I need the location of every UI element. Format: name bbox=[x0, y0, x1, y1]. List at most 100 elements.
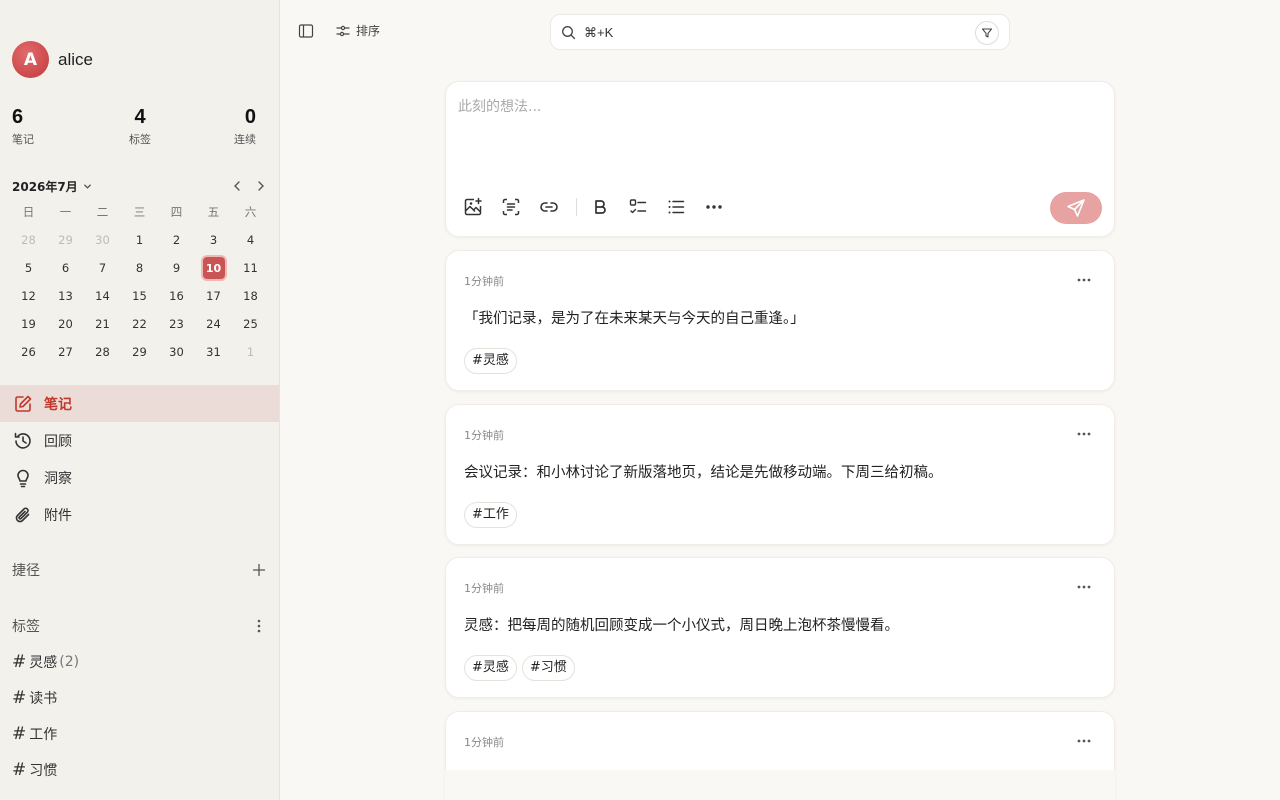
memo-tag[interactable]: #灵感 bbox=[464, 655, 517, 681]
avatar[interactable]: A bbox=[12, 41, 49, 78]
calendar-day[interactable]: 30 bbox=[158, 338, 195, 366]
calendar-day[interactable]: 31 bbox=[195, 338, 232, 366]
memo-content: 灵感：把每周的随机回顾变成一个小仪式，周日晚上泡杯茶慢慢看。 bbox=[464, 618, 899, 634]
calendar-day-today[interactable]: 10 bbox=[195, 254, 232, 282]
edit-icon bbox=[12, 393, 34, 415]
sliders-icon bbox=[336, 25, 350, 36]
calendar-day[interactable]: 17 bbox=[195, 282, 232, 310]
calendar-day[interactable]: 23 bbox=[158, 310, 195, 338]
toolbar-divider bbox=[576, 198, 577, 216]
calendar-day[interactable]: 29 bbox=[47, 226, 84, 254]
sort-button[interactable]: 排序 bbox=[336, 22, 380, 39]
bullet-list-button[interactable] bbox=[665, 196, 687, 218]
user-profile[interactable]: A alice bbox=[12, 41, 93, 78]
calendar-next-button[interactable] bbox=[254, 178, 268, 194]
more-options-button[interactable] bbox=[703, 196, 725, 218]
calendar-day[interactable]: 6 bbox=[47, 254, 84, 282]
calendar-day[interactable]: 11 bbox=[232, 254, 269, 282]
calendar-day[interactable]: 20 bbox=[47, 310, 84, 338]
scan-text-button[interactable] bbox=[500, 196, 522, 218]
send-icon bbox=[1067, 199, 1085, 217]
memo-tag[interactable]: #灵感 bbox=[464, 348, 517, 374]
sidebar-tag-item[interactable]: # 灵感 (2) bbox=[12, 644, 268, 680]
tag-name: 习惯 bbox=[29, 763, 58, 779]
hash-icon: # bbox=[12, 688, 27, 708]
nav-item-label: 附件 bbox=[44, 507, 72, 524]
calendar-day[interactable]: 1 bbox=[232, 338, 269, 366]
calendar-day[interactable]: 1 bbox=[121, 226, 158, 254]
calendar-day[interactable]: 13 bbox=[47, 282, 84, 310]
calendar-day[interactable]: 30 bbox=[84, 226, 121, 254]
calendar-weekday: 日 bbox=[22, 205, 35, 219]
memo-more-button[interactable] bbox=[1074, 734, 1094, 748]
filter-button[interactable] bbox=[975, 21, 999, 45]
nav-item-1[interactable]: 回顾 bbox=[0, 422, 279, 459]
insert-link-button[interactable] bbox=[538, 196, 560, 218]
calendar-day[interactable]: 5 bbox=[10, 254, 47, 282]
calendar-day[interactable]: 14 bbox=[84, 282, 121, 310]
memo-more-button[interactable] bbox=[1074, 273, 1094, 287]
calendar-day[interactable]: 19 bbox=[10, 310, 47, 338]
calendar-day[interactable]: 7 bbox=[84, 254, 121, 282]
calendar-day[interactable]: 4 bbox=[232, 226, 269, 254]
tags-title: 标签 bbox=[12, 619, 40, 635]
memo-tag[interactable]: #工作 bbox=[464, 502, 517, 528]
search-input[interactable] bbox=[584, 24, 954, 40]
memo-card[interactable]: 1分钟前 「我们记录，是为了在未来某天与今天的自己重逢。」 #灵感 bbox=[445, 250, 1115, 391]
calendar-day[interactable]: 25 bbox=[232, 310, 269, 338]
nav-item-label: 笔记 bbox=[44, 396, 72, 413]
memo-card[interactable]: 1分钟前 会议记录：和小林讨论了新版落地页，结论是先做移动端。下周三给初稿。 #工作 bbox=[445, 404, 1115, 545]
calendar-weekday: 三 bbox=[133, 205, 146, 219]
stat-label: 标签 bbox=[129, 133, 151, 146]
editor-toolbar bbox=[462, 196, 741, 218]
calendar-day[interactable]: 26 bbox=[10, 338, 47, 366]
calendar-day[interactable]: 18 bbox=[232, 282, 269, 310]
calendar-prev-button[interactable] bbox=[230, 178, 244, 194]
nav-item-3[interactable]: 附件 bbox=[0, 496, 279, 533]
calendar-day[interactable]: 29 bbox=[121, 338, 158, 366]
memo-timestamp: 1分钟前 bbox=[464, 736, 504, 749]
nav-item-2[interactable]: 洞察 bbox=[0, 459, 279, 496]
calendar-day[interactable]: 24 bbox=[195, 310, 232, 338]
tag-count: (2) bbox=[59, 654, 80, 670]
calendar-header: 2026年7月 bbox=[12, 178, 268, 196]
nav-item-0[interactable]: 笔记 bbox=[0, 385, 279, 422]
stat-value: 4 bbox=[134, 106, 146, 128]
memo-tag[interactable]: #习惯 bbox=[521, 655, 575, 681]
memo-input[interactable] bbox=[458, 96, 1098, 166]
calendar-week-row: 28 29 30 1 2 3 4 bbox=[10, 226, 270, 254]
calendar-grid: 日一二三四五六 28 29 30 1 2 3 4 5 6 7 8 9 10 11 12 13 14 15 16 17 18… bbox=[10, 198, 270, 366]
calendar-day[interactable]: 28 bbox=[10, 226, 47, 254]
topbar-left: 排序 bbox=[298, 22, 380, 39]
calendar-day[interactable]: 16 bbox=[158, 282, 195, 310]
sidebar-tag-item[interactable]: # 读书 bbox=[12, 680, 268, 716]
calendar-day[interactable]: 28 bbox=[84, 338, 121, 366]
memo-more-button[interactable] bbox=[1074, 580, 1094, 594]
calendar-day[interactable]: 15 bbox=[121, 282, 158, 310]
bold-button[interactable] bbox=[589, 196, 611, 218]
sidebar-tag-item[interactable]: # 习惯 bbox=[12, 752, 268, 788]
list-icon bbox=[668, 200, 685, 214]
stat-value: 6 bbox=[12, 106, 24, 128]
calendar-day[interactable]: 27 bbox=[47, 338, 84, 366]
more-horizontal-icon bbox=[1077, 739, 1091, 743]
calendar-day[interactable]: 12 bbox=[10, 282, 47, 310]
calendar-day[interactable]: 22 bbox=[121, 310, 158, 338]
sidebar-tag-item[interactable]: # 工作 bbox=[12, 716, 268, 752]
tags-menu-button[interactable] bbox=[250, 617, 268, 635]
calendar-day[interactable]: 21 bbox=[84, 310, 121, 338]
add-shortcut-button[interactable] bbox=[250, 561, 268, 579]
calendar-day[interactable]: 3 bbox=[195, 226, 232, 254]
stat-value: 0 bbox=[244, 106, 256, 128]
calendar-day[interactable]: 9 bbox=[158, 254, 195, 282]
send-button[interactable] bbox=[1050, 192, 1102, 224]
toggle-sidebar-button[interactable] bbox=[298, 23, 314, 39]
calendar-day[interactable]: 8 bbox=[121, 254, 158, 282]
memo-editor bbox=[445, 81, 1115, 237]
checklist-button[interactable] bbox=[627, 196, 649, 218]
calendar-day[interactable]: 2 bbox=[158, 226, 195, 254]
memo-more-button[interactable] bbox=[1074, 427, 1094, 441]
insert-image-button[interactable] bbox=[462, 196, 484, 218]
memo-card[interactable]: 1分钟前 灵感：把每周的随机回顾变成一个小仪式，周日晚上泡杯茶慢慢看。 #灵感 #习惯 bbox=[445, 557, 1115, 698]
chevron-left-icon bbox=[234, 181, 240, 191]
